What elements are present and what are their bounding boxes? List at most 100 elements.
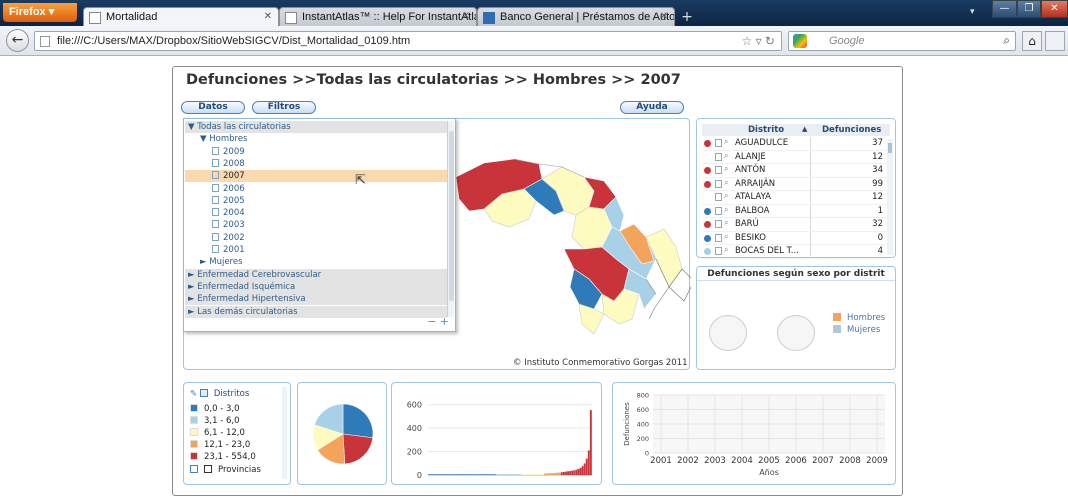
zoom-to-icon[interactable]: ⌕	[724, 245, 728, 255]
table-row[interactable]: ⌕ ALANJE 12	[702, 150, 887, 164]
bar[interactable]	[463, 474, 466, 475]
bar[interactable]	[481, 474, 484, 475]
checkbox-icon[interactable]	[190, 465, 198, 473]
document-icon[interactable]	[715, 247, 722, 255]
table-row[interactable]: ⌕ ARRAIJÁN 99	[702, 177, 887, 191]
bar[interactable]	[475, 474, 478, 475]
zoom-to-icon[interactable]: ⌕	[724, 137, 728, 147]
tree-item-category[interactable]: ► Enfermedad Isquémica	[185, 280, 447, 293]
datos-button[interactable]: Datos	[181, 101, 245, 114]
minimize-button[interactable]: —	[992, 0, 1017, 18]
tree-item-year[interactable]: 2007	[185, 170, 447, 183]
bar[interactable]	[519, 474, 522, 475]
bar[interactable]	[546, 473, 549, 475]
document-icon[interactable]	[715, 179, 722, 188]
table-row[interactable]: ⌕ BARÚ 32	[702, 218, 887, 232]
bar[interactable]	[521, 474, 524, 475]
bar[interactable]	[567, 471, 569, 475]
checkbox-checked-icon[interactable]	[199, 389, 208, 397]
bar[interactable]	[544, 473, 547, 475]
bar[interactable]	[473, 474, 476, 475]
bar[interactable]	[575, 469, 578, 475]
sort-asc-icon[interactable]: ▲	[802, 125, 807, 133]
close-tab-icon[interactable]: ✕	[264, 11, 272, 22]
tree-item-category[interactable]: ► Mujeres	[185, 256, 447, 268]
bar[interactable]	[558, 472, 561, 475]
zoom-to-icon[interactable]: ⌕	[724, 164, 728, 174]
tree-item-year[interactable]: 2002	[185, 232, 447, 244]
bar[interactable]	[465, 474, 468, 475]
zoom-to-icon[interactable]: ⌕	[724, 178, 728, 188]
table-row[interactable]: ⌕ AGUADULCE 37	[702, 137, 887, 151]
bar-chart[interactable]: 0 200 400 600	[392, 383, 603, 486]
bar[interactable]	[533, 473, 536, 475]
bar[interactable]	[486, 474, 489, 475]
bar[interactable]	[461, 474, 464, 475]
bar[interactable]	[508, 474, 511, 475]
tab-mortalidad[interactable]: Mortalidad ✕	[83, 7, 279, 26]
bar[interactable]	[438, 474, 441, 475]
bar[interactable]	[479, 474, 482, 475]
bar[interactable]	[496, 474, 499, 475]
bar[interactable]	[492, 474, 495, 475]
tree-item-category[interactable]: ▼ Hombres	[185, 133, 447, 145]
bar[interactable]	[471, 474, 474, 475]
column-defunciones[interactable]: Defunciones	[822, 125, 881, 135]
bar[interactable]	[502, 474, 505, 475]
bar[interactable]	[488, 474, 491, 475]
table-row[interactable]: ⌕ BESIKO 0	[702, 231, 887, 245]
bar[interactable]	[494, 474, 497, 475]
bar[interactable]	[587, 450, 590, 475]
bar[interactable]	[573, 470, 576, 475]
bar[interactable]	[560, 472, 563, 475]
tab-instantatlas-help[interactable]: InstantAtlas™ :: Help For InstantAtlas ✕	[279, 7, 477, 26]
zoom-to-icon[interactable]: ⌕	[724, 151, 728, 161]
bar[interactable]	[554, 472, 557, 475]
filtros-button[interactable]: Filtros	[252, 101, 316, 114]
bar[interactable]	[552, 473, 555, 475]
new-tab-button[interactable]: +	[678, 9, 696, 25]
bar[interactable]	[454, 474, 457, 475]
bar[interactable]	[444, 474, 447, 475]
document-icon[interactable]	[715, 193, 722, 201]
table-row[interactable]: ⌕ ATALAYA 12	[702, 191, 887, 205]
bar[interactable]	[469, 474, 472, 475]
search-icon[interactable]: ⌕	[1003, 33, 1010, 48]
bar[interactable]	[571, 470, 574, 475]
table-row[interactable]: ⌕ ANTÓN 34	[702, 164, 887, 178]
timeline-chart[interactable]: 0 200 400 600 800 2001 2002 2003 2004 2005 2006 200…	[613, 383, 897, 486]
bar[interactable]	[556, 472, 559, 475]
bar[interactable]	[579, 467, 582, 475]
zoom-to-icon[interactable]: ⌕	[724, 232, 728, 242]
bar[interactable]	[442, 474, 445, 475]
bar[interactable]	[446, 474, 449, 475]
bar[interactable]	[531, 473, 534, 475]
tree-item-year[interactable]: 2004	[185, 207, 447, 219]
bar[interactable]	[477, 474, 480, 475]
close-window-button[interactable]: ✕	[1041, 0, 1068, 18]
pie-slice[interactable]	[342, 433, 374, 465]
bar[interactable]	[452, 474, 455, 475]
table-row[interactable]: ⌕ BOCAS DEL T... 4	[702, 245, 887, 259]
bar[interactable]	[498, 474, 501, 475]
bar[interactable]	[459, 474, 462, 475]
bar[interactable]	[457, 474, 459, 475]
bar[interactable]	[529, 473, 532, 475]
bar[interactable]	[562, 471, 565, 475]
firefox-menu-button[interactable]: Firefox ▾	[3, 3, 77, 22]
bar[interactable]	[577, 468, 580, 475]
reload-icon[interactable]: ☆ ▿ ↻	[741, 34, 775, 48]
bar[interactable]	[513, 474, 515, 475]
zoom-to-icon[interactable]: ⌕	[724, 218, 728, 228]
bar[interactable]	[525, 474, 528, 475]
bar[interactable]	[490, 474, 493, 475]
restore-button[interactable]: ❐	[1017, 0, 1041, 18]
layer-toggle-distritos[interactable]: ✎ Distritos	[190, 389, 249, 399]
ayuda-button[interactable]: Ayuda	[620, 101, 684, 114]
close-tab-icon[interactable]: ✕	[660, 11, 668, 22]
indicator-tree[interactable]: ▼ Todas las circulatorias ▼ Hombres 2009 20…	[183, 118, 456, 332]
tree-item-year[interactable]: 2003	[185, 219, 447, 231]
home-icon[interactable]: ⌂	[1022, 31, 1042, 51]
toolbar-extra-button[interactable]	[1045, 31, 1065, 51]
bar[interactable]	[585, 458, 588, 475]
